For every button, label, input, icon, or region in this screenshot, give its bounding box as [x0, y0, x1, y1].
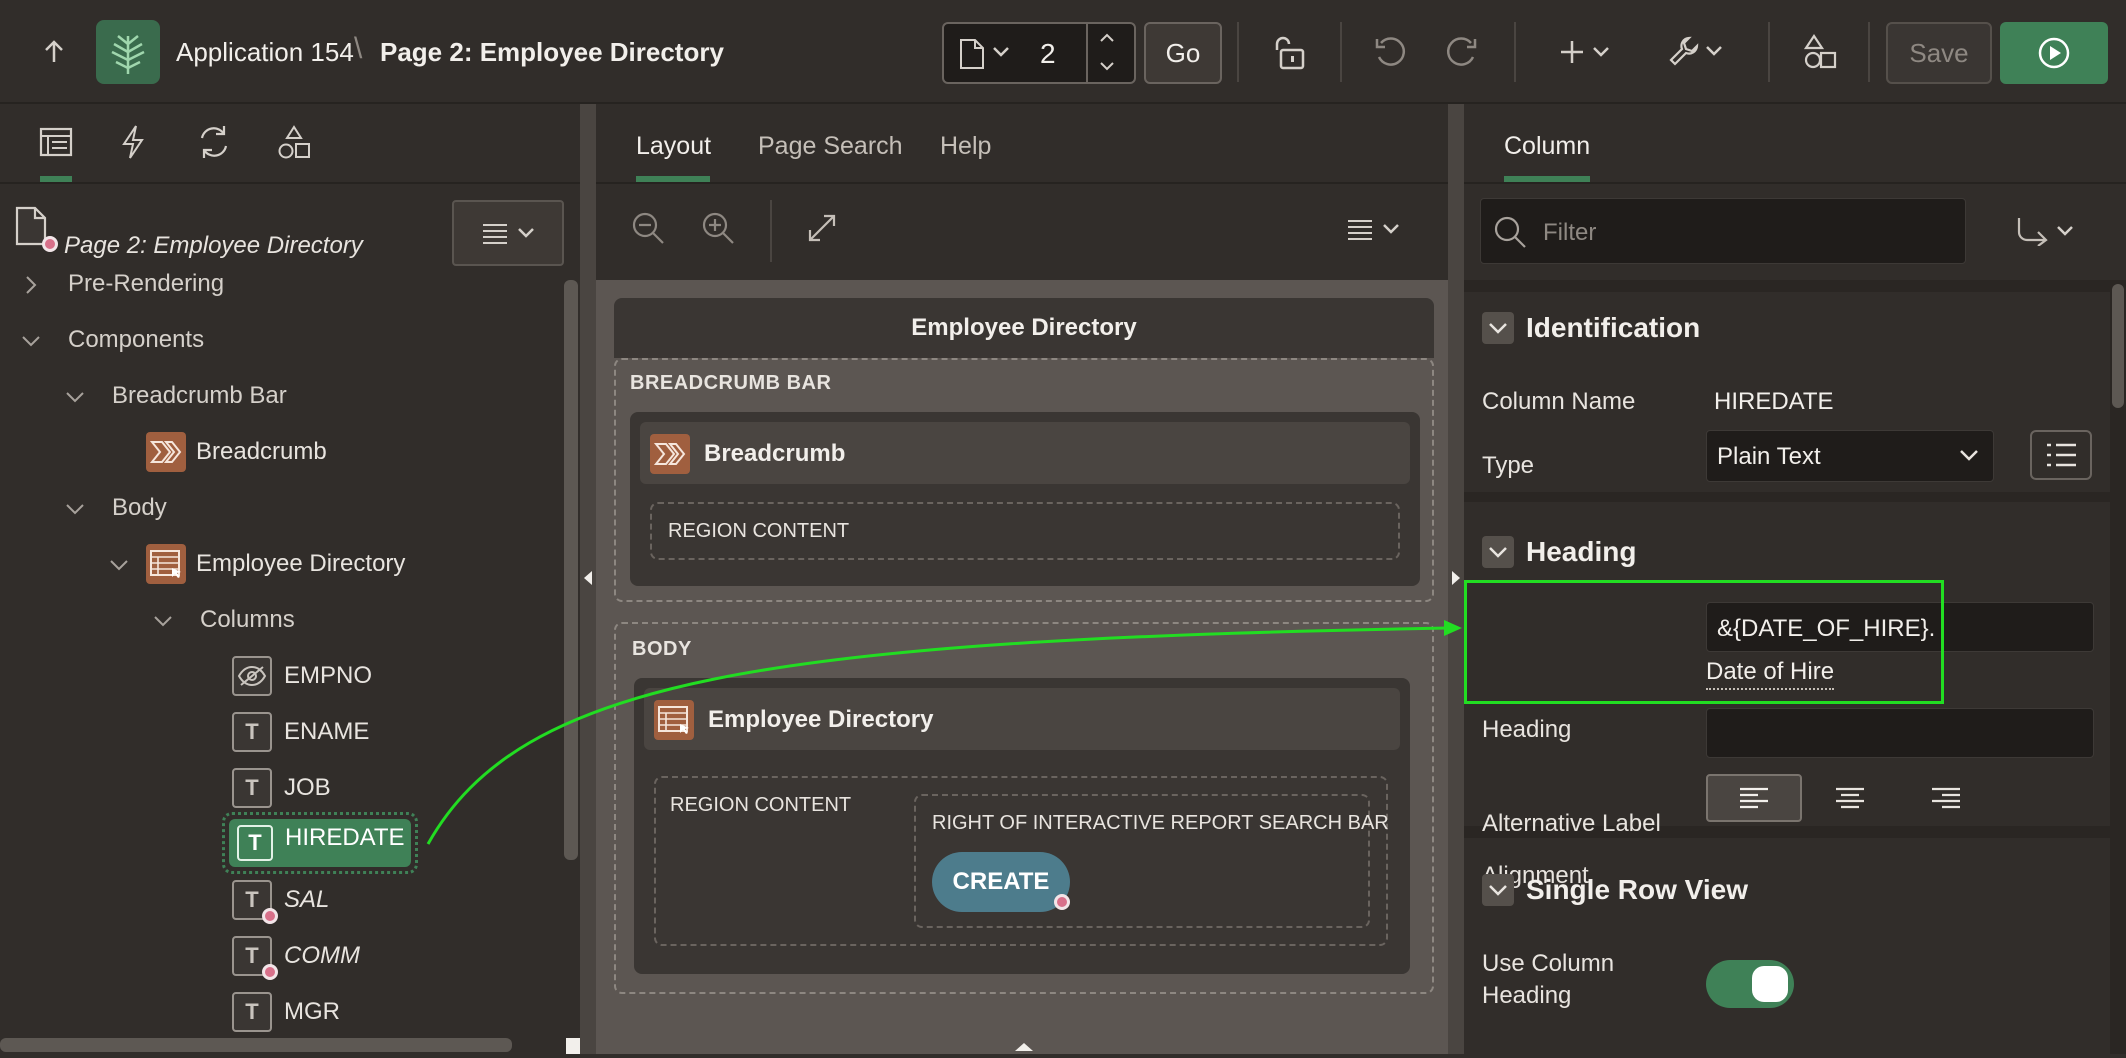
drag-connector-arrow-icon — [426, 620, 1462, 845]
canvas-resize-handle-icon[interactable] — [1014, 1042, 1034, 1052]
